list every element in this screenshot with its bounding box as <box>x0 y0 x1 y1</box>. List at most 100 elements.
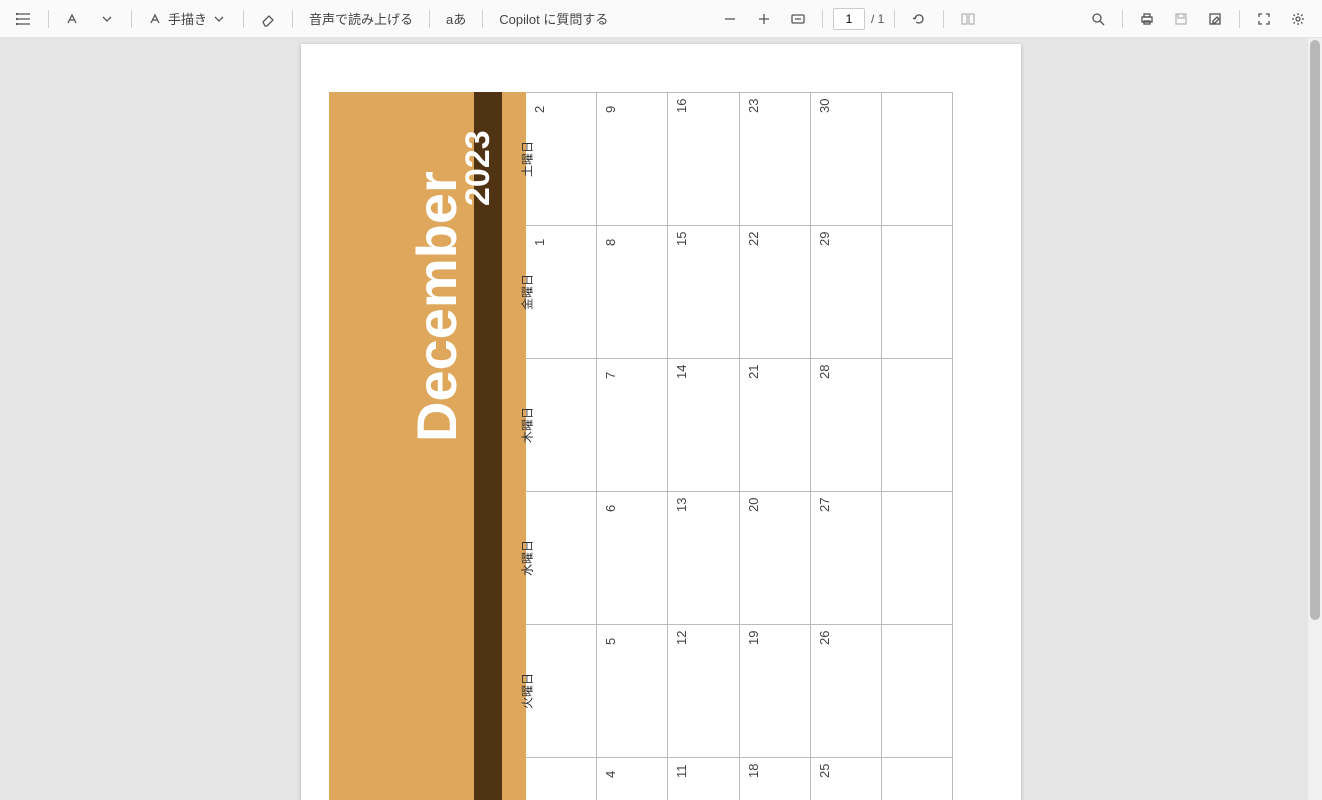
day-cell <box>882 492 953 624</box>
day-number: 6 <box>603 505 618 512</box>
month-label: December <box>404 171 469 442</box>
separator <box>292 10 293 28</box>
day-cell: 7 <box>597 359 668 491</box>
day-cell <box>882 226 953 358</box>
minus-icon <box>722 11 738 27</box>
vertical-scrollbar[interactable] <box>1308 38 1322 800</box>
day-number: 15 <box>674 232 689 246</box>
day-number: 19 <box>746 631 761 645</box>
day-number: 20 <box>746 498 761 512</box>
year-label: 2023 <box>459 130 498 206</box>
save-as-button[interactable] <box>1201 7 1229 31</box>
search-button[interactable] <box>1084 7 1112 31</box>
day-number: 30 <box>817 99 832 113</box>
highlight-dropdown-icon[interactable] <box>93 7 121 31</box>
pen-icon <box>148 11 164 27</box>
draw-button[interactable]: 手描き <box>142 5 233 32</box>
day-cell <box>526 359 597 491</box>
day-cell: 29 <box>811 226 882 358</box>
day-cell <box>882 758 953 800</box>
settings-button[interactable] <box>1284 7 1312 31</box>
save-button[interactable] <box>1167 7 1195 31</box>
day-number: 22 <box>746 232 761 246</box>
day-cell: 26 <box>811 625 882 757</box>
plus-icon <box>756 11 772 27</box>
fit-width-icon <box>790 11 806 27</box>
day-cell: 30 <box>811 93 882 225</box>
calendar-row: 月曜日4111825 <box>526 757 953 800</box>
gear-icon <box>1290 11 1306 27</box>
calendar-grid: 土曜日29162330金曜日18152229木曜日7142128水曜日61320… <box>526 92 953 800</box>
day-number: 1 <box>532 239 547 246</box>
separator <box>48 10 49 28</box>
fit-width-button[interactable] <box>784 7 812 31</box>
day-cell: 12 <box>668 625 739 757</box>
scrollbar-thumb[interactable] <box>1310 40 1320 620</box>
day-cell: 22 <box>740 226 811 358</box>
rotate-icon <box>911 11 927 27</box>
separator <box>894 10 895 28</box>
erase-icon[interactable] <box>254 7 282 31</box>
day-number: 13 <box>674 498 689 512</box>
day-number: 26 <box>817 631 832 645</box>
day-cell: 19 <box>740 625 811 757</box>
day-cell <box>882 359 953 491</box>
day-cell <box>882 625 953 757</box>
day-number: 25 <box>817 764 832 778</box>
page-view-button[interactable] <box>954 7 982 31</box>
read-aloud-button[interactable]: 音声で読み上げる <box>303 5 419 32</box>
page-view-icon <box>960 11 976 27</box>
day-number: 2 <box>532 106 547 113</box>
copilot-button[interactable]: Copilot に質問する <box>493 5 614 32</box>
highlight-icon[interactable] <box>59 7 87 31</box>
save-as-icon <box>1207 11 1223 27</box>
day-cell: 18 <box>740 758 811 800</box>
print-button[interactable] <box>1133 7 1161 31</box>
print-icon <box>1139 11 1155 27</box>
day-cell <box>526 625 597 757</box>
day-cell <box>526 758 597 800</box>
day-cell: 20 <box>740 492 811 624</box>
separator <box>482 10 483 28</box>
save-icon <box>1173 11 1189 27</box>
day-cell: 11 <box>668 758 739 800</box>
day-cell: 15 <box>668 226 739 358</box>
day-number: 8 <box>603 239 618 246</box>
day-cell: 6 <box>597 492 668 624</box>
translate-label: aあ <box>446 9 466 28</box>
day-number: 9 <box>603 106 618 113</box>
separator <box>243 10 244 28</box>
day-number: 11 <box>674 765 689 779</box>
copilot-label: Copilot に質問する <box>499 9 608 28</box>
contents-icon[interactable] <box>10 7 38 31</box>
zoom-in-button[interactable] <box>750 7 778 31</box>
day-number: 29 <box>817 232 832 246</box>
day-number: 23 <box>746 99 761 113</box>
rotate-button[interactable] <box>905 7 933 31</box>
day-number: 7 <box>603 372 618 379</box>
day-cell: 5 <box>597 625 668 757</box>
zoom-out-button[interactable] <box>716 7 744 31</box>
chevron-down-icon <box>211 11 227 27</box>
day-cell: 4 <box>597 758 668 800</box>
day-cell: 27 <box>811 492 882 624</box>
day-cell: 2 <box>526 93 597 225</box>
translate-button[interactable]: aあ <box>440 5 472 32</box>
fullscreen-button[interactable] <box>1250 7 1278 31</box>
separator <box>131 10 132 28</box>
day-number: 27 <box>817 498 832 512</box>
separator <box>429 10 430 28</box>
page-total: / 1 <box>871 12 884 26</box>
day-number: 28 <box>817 365 832 379</box>
calendar-row: 金曜日18152229 <box>526 225 953 358</box>
search-icon <box>1090 11 1106 27</box>
document-viewer: December 2023 土曜日29162330金曜日18152229木曜日7… <box>0 38 1322 800</box>
day-cell: 14 <box>668 359 739 491</box>
day-number: 4 <box>603 771 618 778</box>
day-cell: 8 <box>597 226 668 358</box>
day-cell: 28 <box>811 359 882 491</box>
calendar-row: 火曜日5121926 <box>526 624 953 757</box>
separator <box>943 10 944 28</box>
read-aloud-label: 音声で読み上げる <box>309 9 413 28</box>
page-number-input[interactable] <box>833 8 865 30</box>
